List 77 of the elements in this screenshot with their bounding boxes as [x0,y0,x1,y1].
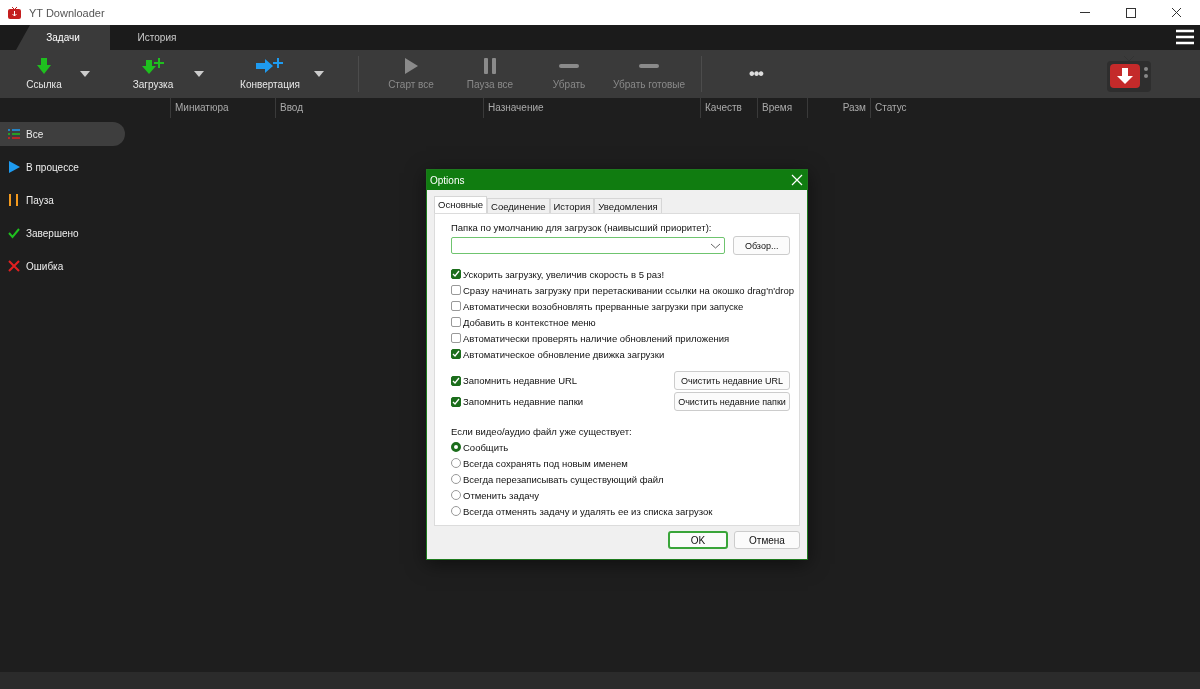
tab[interactable]: Основные [434,196,488,213]
column-header[interactable]: Миниатюра [170,98,275,118]
radio-label: Сообщить [463,441,509,453]
cancel-button[interactable]: Отмена [734,531,800,549]
column-header[interactable]: Качеств [700,98,757,118]
folder-label: Папка по умолчанию для загрузок (наивысший приоритет): [451,222,713,233]
sidebar-item[interactable]: Все [0,122,125,146]
checkbox-label: Запомнить недавние папки [463,396,584,407]
sidebar-item[interactable]: В процессе [0,155,125,179]
minus-icon [559,64,579,68]
checkbox[interactable] [451,333,461,343]
column-header[interactable]: Время [757,98,807,118]
checkbox[interactable] [451,285,461,295]
app-logo-icon [8,6,21,19]
group-label: Если видео/аудио файл уже существует: [451,426,633,437]
checkbox-label: Сразу начинать загрузку при перетаскивании ссылки на окошко drag'n'drop [463,284,795,296]
checkbox[interactable] [451,349,461,359]
cross-icon [8,260,20,272]
pause-icon [8,194,20,206]
checkbox[interactable] [451,396,461,407]
checkbox-label: Добавить в контекстное меню [463,316,596,328]
toolbar-button[interactable]: Конвертация [226,52,314,96]
minus-icon [639,64,659,68]
checkbox-label: Запомнить недавние URL [463,375,578,386]
sidebar-item[interactable]: Завершено [0,221,125,245]
pause-icon [483,58,497,74]
checkbox-label: Автоматически проверять наличие обновлений приложения [463,332,730,344]
browse-button[interactable]: Обзор... [733,236,790,255]
chevron-icon [711,242,721,249]
radio-button[interactable] [451,458,461,468]
list-icon [8,128,20,140]
checkbox-label: Автоматическое обновление движка загрузки [463,348,665,360]
sidebar-item[interactable]: Пауза [0,188,125,212]
radio-button[interactable] [451,442,461,452]
toolbar-button[interactable]: Ссылка [8,52,80,96]
tab[interactable]: История [110,25,204,50]
tab[interactable]: Уведомления [594,198,662,213]
clear-button[interactable]: Очистить недавние папки [674,392,790,411]
play-icon [403,58,419,74]
caret-icon[interactable] [314,71,324,77]
column-header[interactable]: Статус [870,98,1030,118]
radio-label: Всегда сохранять под новым именем [463,457,628,469]
ok-button[interactable]: OK [668,531,728,549]
column-header[interactable]: Разм [807,98,870,118]
down-arrow-plus-icon [141,58,165,74]
checkbox[interactable] [451,301,461,311]
checkbox[interactable] [451,375,461,386]
tab[interactable]: Задачи [16,25,110,50]
column-header[interactable]: Назначение [483,98,700,118]
play-icon [8,161,20,173]
column-header[interactable]: Ввод [275,98,483,118]
clear-button[interactable]: Очистить недавние URL [674,371,790,390]
caret-icon[interactable] [194,71,204,77]
tab[interactable]: Соединение [487,198,550,213]
down-arrow-icon [36,58,52,74]
radio-label: Отменить задачу [463,489,539,501]
radio-label: Всегда отменять задачу и удалять ее из списка загрузок [463,505,713,517]
window-title: YT Downloader [29,6,106,19]
radio-label: Всегда перезаписывать существующий файл [463,473,664,485]
checkbox[interactable] [451,317,461,327]
menu-icon[interactable] [1176,29,1194,45]
checkbox-label: Ускорить загрузку, увеличив скорость в 5 раз! [463,268,665,280]
checkbox[interactable] [451,269,461,279]
tab[interactable]: История [549,198,595,213]
tv-download-logo [1106,54,1152,94]
close-icon[interactable] [791,174,803,186]
radio-button[interactable] [451,490,461,500]
sidebar-item[interactable]: Ошибка [0,254,125,278]
dialog-title: Options [430,174,465,186]
right-arrow-plus-icon [256,58,284,74]
caret-icon[interactable] [80,71,90,77]
checkmark-icon [8,227,20,239]
checkbox-label: Автоматически возобновлять прерванные загрузки при запуске [463,300,744,312]
radio-button[interactable] [451,506,461,516]
toolbar-button[interactable]: Загрузка [112,52,194,96]
radio-button[interactable] [451,474,461,484]
more-button[interactable]: ••• [726,52,786,96]
